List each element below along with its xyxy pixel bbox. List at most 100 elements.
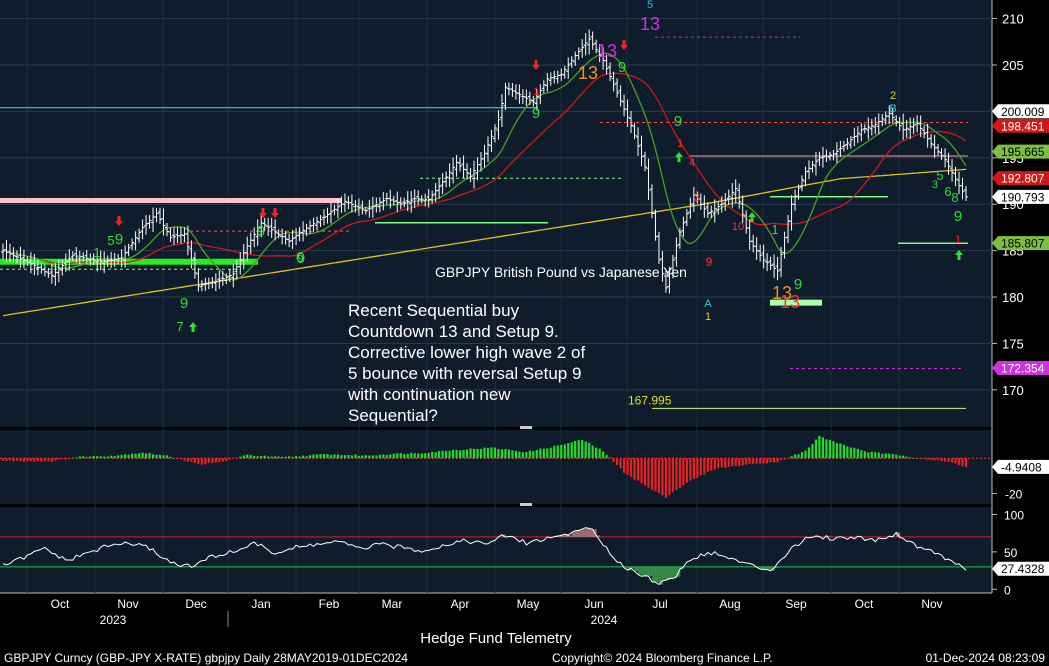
momentum-bar (779, 458, 783, 460)
momentum-bar (165, 455, 169, 459)
momentum-bar (204, 458, 207, 465)
momentum-bar (431, 451, 434, 459)
momentum-bar (762, 458, 765, 464)
momentum-bar (699, 458, 702, 476)
momentum-bar (169, 456, 172, 459)
panel-resize-handle[interactable] (520, 503, 532, 506)
momentum-bar (288, 456, 291, 459)
momentum-bar (57, 458, 60, 460)
momentum-bar (406, 453, 409, 459)
sequential-count-label: 5 (107, 233, 114, 248)
momentum-bar (874, 452, 877, 459)
momentum-bar (591, 445, 594, 459)
momentum-bar (462, 449, 465, 459)
sequential-count-label: 3 (932, 179, 938, 191)
momentum-bar (455, 449, 458, 459)
momentum-bar (745, 458, 748, 465)
momentum-bar (542, 448, 545, 459)
momentum-bar (818, 435, 821, 459)
sequential-count-label: 1 (771, 222, 778, 237)
momentum-bar (162, 455, 165, 459)
momentum-bar (954, 458, 957, 464)
momentum-bar (853, 447, 856, 459)
momentum-bar (36, 458, 39, 462)
momentum-bar (319, 454, 322, 459)
momentum-bar (615, 458, 619, 465)
momentum-bar (361, 455, 364, 459)
momentum-bar (82, 456, 85, 459)
annotation-line: with continuation new (347, 385, 511, 404)
momentum-bar (197, 458, 200, 465)
momentum-bar (755, 458, 758, 464)
momentum-bar (218, 458, 221, 463)
momentum-bar (427, 452, 430, 459)
month-label: Dec (185, 597, 206, 611)
momentum-bar (336, 454, 340, 459)
momentum-bar (961, 458, 964, 467)
sequential-count-label: 9 (180, 295, 188, 312)
momentum-bar (940, 458, 943, 462)
momentum-bar (926, 458, 929, 460)
momentum-bar (553, 445, 556, 459)
panel-resize-handle[interactable] (520, 426, 532, 429)
price-value-text: 198.451 (1001, 119, 1045, 133)
rsi-overbought-fill (575, 530, 580, 537)
momentum-bar (950, 458, 954, 463)
momentum-bar (518, 451, 521, 459)
bloomberg-chart-screen: 167.995 5 13 13 13 1 9 9 9 9 9 9 9 9 9 9 13 13 2 B A 1 1 1 3 4 10… (0, 0, 1049, 666)
sequential-count-label: A (704, 298, 712, 310)
momentum-bar (664, 458, 668, 498)
momentum-bar (469, 448, 472, 459)
momentum-bar (633, 458, 636, 480)
momentum-bar (451, 449, 455, 459)
momentum-bar (64, 458, 67, 460)
momentum-bar (797, 454, 800, 459)
momentum-bar (357, 455, 360, 459)
momentum-bar (807, 447, 811, 459)
momentum-bar (183, 458, 186, 461)
series-title: GBPJPY British Pound vs Japanese Yen (435, 264, 687, 280)
rsi-overbought-fill (585, 527, 590, 537)
momentum-bar (930, 458, 933, 460)
momentum-bar (396, 453, 399, 459)
momentum-bar (507, 449, 511, 459)
price-value-text: 172.354 (1001, 362, 1045, 376)
momentum-bar (619, 458, 622, 469)
momentum-bar (706, 458, 709, 472)
momentum-bar (622, 458, 626, 473)
momentum-bar (242, 455, 245, 459)
momentum-bar (78, 456, 81, 459)
momentum-bar (800, 452, 804, 459)
momentum-bar (731, 458, 734, 467)
momentum-bar (71, 457, 74, 459)
momentum-bar (260, 456, 263, 459)
momentum-bar (256, 456, 259, 459)
momentum-bar (340, 455, 343, 459)
price-value-tag: 192.807 (992, 171, 1049, 186)
momentum-bar (110, 455, 113, 459)
momentum-bar (602, 451, 605, 459)
momentum-bar (448, 450, 451, 459)
momentum-bar (92, 455, 95, 459)
momentum-bar (783, 458, 786, 460)
sequential-count-label: 6 (944, 184, 951, 199)
momentum-bar (246, 454, 249, 459)
momentum-bar (609, 457, 612, 459)
momentum-bar (1, 458, 5, 461)
momentum-tick-label: -20 (1005, 487, 1023, 501)
momentum-bar (263, 455, 266, 459)
rsi-oversold-fill (669, 566, 674, 579)
momentum-bar (371, 455, 374, 459)
momentum-bar (804, 450, 807, 459)
month-label: Oct (855, 597, 874, 611)
momentum-bar (476, 448, 479, 459)
sequential-count-label: B (889, 103, 896, 115)
momentum-bar (605, 454, 608, 459)
momentum-bar (172, 457, 176, 459)
price-value-text: 190.793 (1001, 190, 1045, 204)
momentum-bar (902, 455, 905, 459)
momentum-bar (117, 455, 120, 459)
momentum-bar (68, 458, 71, 459)
momentum-bar (382, 454, 385, 459)
momentum-bar (312, 454, 315, 459)
